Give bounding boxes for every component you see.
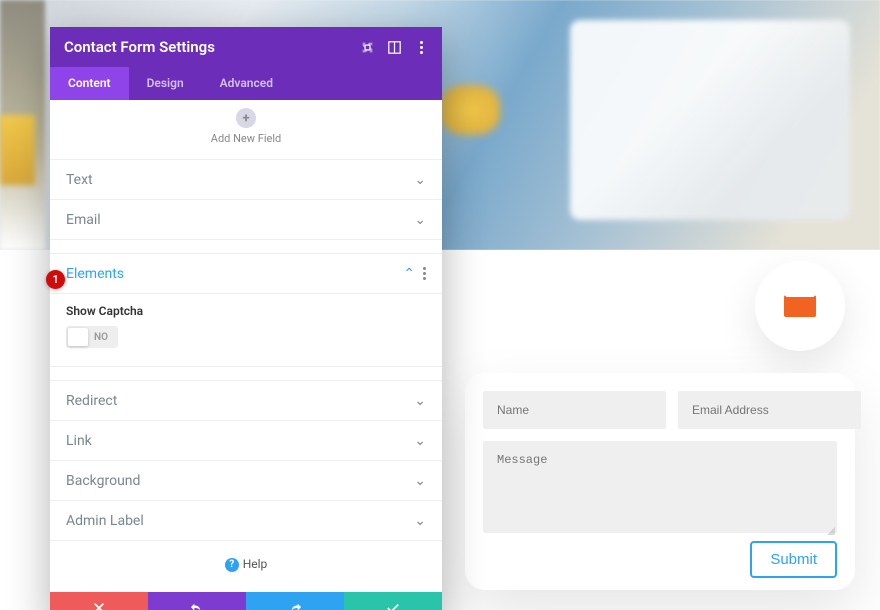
tabs: Content Design Advanced — [50, 67, 442, 100]
chevron-down-icon: ⌄ — [414, 513, 426, 529]
toggle-value: NO — [94, 332, 108, 343]
show-captcha-label: Show Captcha — [66, 304, 426, 318]
action-bar — [50, 592, 442, 610]
section-label: Elements — [66, 266, 124, 282]
mail-icon — [784, 295, 816, 317]
panel-header: Contact Form Settings — [50, 27, 442, 67]
hero-decor — [570, 20, 850, 220]
settings-panel: Contact Form Settings Content Design Adv… — [50, 27, 442, 610]
section-email[interactable]: Email ⌄ — [50, 200, 442, 240]
hero-decor — [440, 85, 500, 135]
section-label: Email — [66, 212, 101, 228]
section-elements[interactable]: Elements ⌃ — [50, 254, 442, 294]
spacer — [50, 367, 442, 381]
section-label: Text — [66, 172, 93, 188]
spacer — [50, 240, 442, 254]
help-icon: ? — [225, 558, 239, 572]
section-admin-label[interactable]: Admin Label ⌄ — [50, 501, 442, 541]
panel-title: Contact Form Settings — [64, 38, 215, 56]
annotation-badge-1: 1 — [46, 270, 65, 289]
chevron-down-icon: ⌄ — [414, 433, 426, 449]
hero-decor — [0, 115, 35, 185]
help-label: Help — [243, 557, 268, 571]
toggle-knob — [68, 328, 88, 346]
tab-content[interactable]: Content — [50, 67, 129, 100]
email-field[interactable] — [678, 391, 861, 429]
section-label: Redirect — [66, 393, 117, 409]
section-label: Link — [66, 433, 92, 449]
chevron-down-icon: ⌄ — [414, 172, 426, 188]
section-link[interactable]: Link ⌄ — [50, 421, 442, 461]
submit-button[interactable]: Submit — [750, 541, 837, 578]
expand-icon[interactable] — [361, 41, 374, 54]
section-text[interactable]: Text ⌄ — [50, 160, 442, 200]
section-label: Background — [66, 473, 140, 489]
more-icon[interactable] — [415, 41, 428, 54]
close-button[interactable] — [50, 592, 148, 610]
email-fab[interactable] — [755, 261, 845, 351]
section-label: Admin Label — [66, 513, 144, 529]
layout-icon[interactable] — [388, 41, 401, 54]
panel-body: + Add New Field Text ⌄ Email ⌄ Elements … — [50, 100, 442, 610]
resize-handle-icon — [827, 527, 835, 535]
more-icon[interactable] — [423, 267, 426, 280]
add-new-field[interactable]: + Add New Field — [50, 100, 442, 160]
tab-advanced[interactable]: Advanced — [202, 67, 291, 100]
add-field-label: Add New Field — [50, 132, 442, 145]
redo-button[interactable] — [246, 592, 344, 610]
tab-design[interactable]: Design — [129, 67, 202, 100]
chevron-down-icon: ⌄ — [414, 473, 426, 489]
chevron-down-icon: ⌄ — [414, 393, 426, 409]
section-redirect[interactable]: Redirect ⌄ — [50, 381, 442, 421]
section-background[interactable]: Background ⌄ — [50, 461, 442, 501]
save-button[interactable] — [344, 592, 442, 610]
help-row[interactable]: ? Help — [50, 541, 442, 592]
chevron-up-icon: ⌃ — [403, 266, 415, 282]
undo-button[interactable] — [148, 592, 246, 610]
message-field[interactable] — [483, 441, 837, 533]
show-captcha-toggle[interactable]: NO — [66, 326, 118, 348]
chevron-down-icon: ⌄ — [414, 212, 426, 228]
elements-content: Show Captcha NO — [50, 294, 442, 367]
name-field[interactable] — [483, 391, 666, 429]
contact-form-preview: Submit — [465, 373, 855, 590]
plus-icon: + — [236, 108, 256, 128]
